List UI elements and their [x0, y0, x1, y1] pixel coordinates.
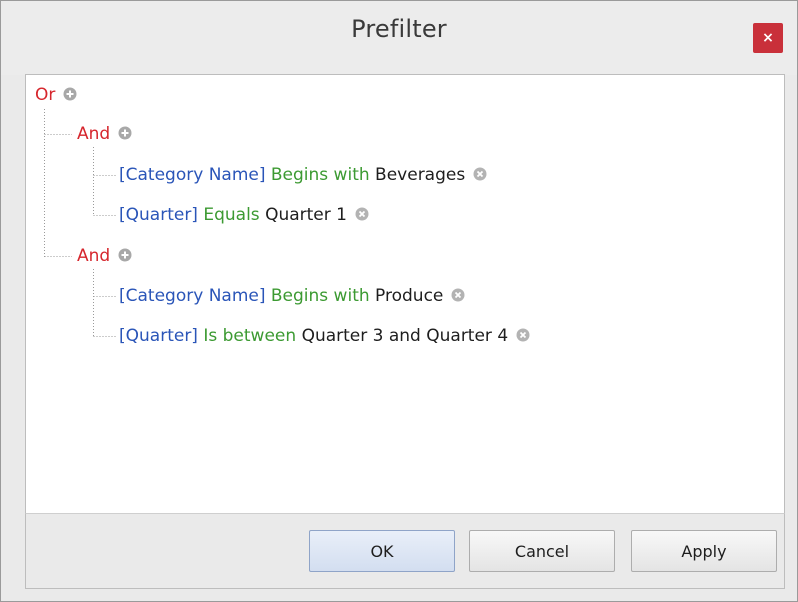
- condition-row[interactable]: [Category Name] Begins with Produce: [119, 284, 465, 308]
- ok-button[interactable]: OK: [309, 530, 455, 572]
- prefilter-dialog: Prefilter × Or And [Category Name] Begin…: [0, 0, 798, 602]
- remove-condition-icon[interactable]: [516, 328, 530, 342]
- filter-editor: Or And [Category Name] Begins with Bever…: [25, 74, 785, 515]
- add-condition-icon[interactable]: [118, 248, 132, 262]
- group-node-1[interactable]: And: [77, 122, 132, 146]
- apply-button[interactable]: Apply: [631, 530, 777, 572]
- close-button[interactable]: ×: [753, 23, 783, 53]
- group-operator[interactable]: And: [77, 124, 110, 144]
- cancel-button[interactable]: Cancel: [469, 530, 615, 572]
- remove-condition-icon[interactable]: [451, 288, 465, 302]
- condition-operator[interactable]: Begins with: [271, 286, 370, 306]
- group-node-2[interactable]: And: [77, 244, 132, 268]
- root-operator[interactable]: Or: [35, 85, 55, 105]
- condition-row[interactable]: [Quarter] Equals Quarter 1: [119, 203, 369, 227]
- condition-value[interactable]: Quarter 1: [265, 205, 347, 225]
- root-group-node[interactable]: Or: [35, 83, 77, 107]
- remove-condition-icon[interactable]: [355, 207, 369, 221]
- condition-field[interactable]: [Category Name]: [119, 286, 265, 306]
- condition-field[interactable]: [Quarter]: [119, 205, 198, 225]
- condition-operator[interactable]: Equals: [203, 205, 259, 225]
- condition-field[interactable]: [Quarter]: [119, 326, 198, 346]
- condition-field[interactable]: [Category Name]: [119, 165, 265, 185]
- condition-operator[interactable]: Begins with: [271, 165, 370, 185]
- group-operator[interactable]: And: [77, 246, 110, 266]
- condition-value[interactable]: Beverages: [375, 165, 465, 185]
- dialog-footer: OK Cancel Apply: [25, 513, 785, 589]
- condition-value[interactable]: Quarter 3 and Quarter 4: [302, 326, 509, 346]
- condition-row[interactable]: [Quarter] Is between Quarter 3 and Quart…: [119, 324, 530, 348]
- condition-row[interactable]: [Category Name] Begins with Beverages: [119, 163, 487, 187]
- title-bar[interactable]: Prefilter ×: [1, 1, 797, 75]
- add-condition-icon[interactable]: [118, 126, 132, 140]
- remove-condition-icon[interactable]: [473, 167, 487, 181]
- dialog-title: Prefilter: [351, 15, 447, 43]
- condition-operator[interactable]: Is between: [203, 326, 296, 346]
- close-icon: ×: [762, 30, 774, 46]
- add-condition-icon[interactable]: [63, 87, 77, 101]
- condition-value[interactable]: Produce: [375, 286, 443, 306]
